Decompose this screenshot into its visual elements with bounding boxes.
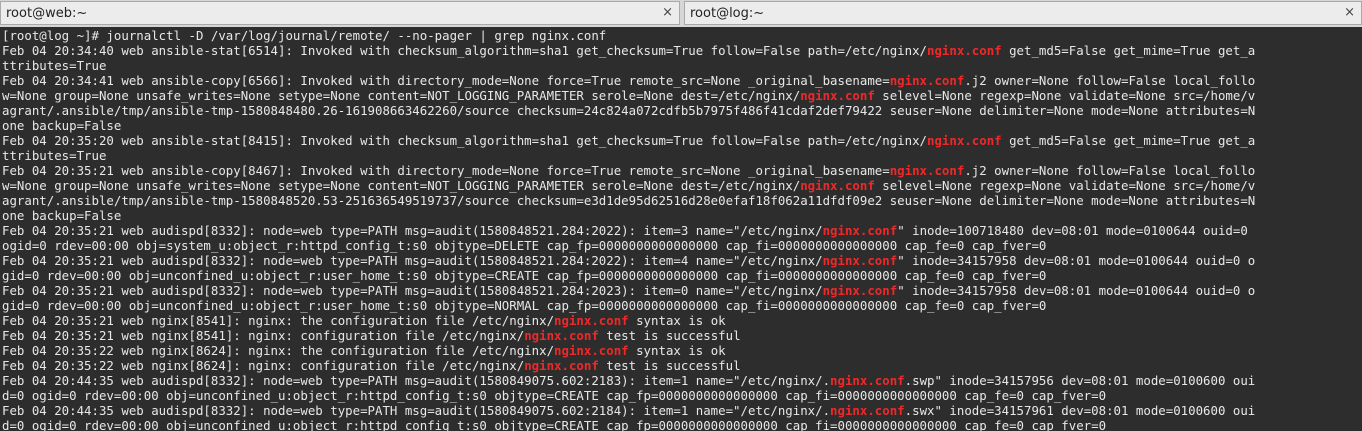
grep-match: nginx.conf <box>927 133 1002 148</box>
tab-title: root@log:~ <box>690 6 765 21</box>
grep-match: nginx.conf <box>927 43 1002 58</box>
close-icon[interactable]: × <box>662 5 673 20</box>
tab-title: root@web:~ <box>6 6 88 21</box>
tab-root-log[interactable]: root@log:~ × <box>684 1 1362 25</box>
log-line: Feb 04 20:34:41 web ansible-copy[6566]: … <box>2 73 1256 88</box>
log-line: d=0 ogid=0 rdev=00:00 obj=unconfined_u:o… <box>2 388 1107 403</box>
log-line: Feb 04 20:34:40 web ansible-stat[6514]: … <box>2 43 1256 58</box>
terminal-text: [root@log ~]# journalctl -D /var/log/jou… <box>2 28 1354 431</box>
command-line: [root@log ~]# journalctl -D /var/log/jou… <box>2 28 607 43</box>
log-line: agrant/.ansible/tmp/ansible-tmp-15808484… <box>2 103 1256 118</box>
grep-match: nginx.conf <box>524 358 599 373</box>
grep-match: nginx.conf <box>822 283 898 298</box>
log-line: gid=0 rdev=00:00 obj=unconfined_u:object… <box>2 298 1047 313</box>
log-line: ttributes=True <box>2 148 107 163</box>
terminal-output[interactable]: [root@log ~]# journalctl -D /var/log/jou… <box>0 27 1362 431</box>
grep-match: nginx.conf <box>830 403 905 418</box>
log-line: Feb 04 20:35:20 web ansible-stat[8415]: … <box>2 133 1256 148</box>
log-line: w=None group=None unsafe_writes=None set… <box>2 178 1256 193</box>
log-line: Feb 04 20:44:35 web audispd[8332]: node=… <box>2 373 1256 388</box>
log-line: ogid=0 rdev=00:00 obj=system_u:object_r:… <box>2 238 1047 253</box>
grep-match: nginx.conf <box>800 178 875 193</box>
grep-match: nginx.conf <box>800 88 875 103</box>
grep-match: nginx.conf <box>830 373 905 388</box>
log-line: Feb 04 20:35:22 web nginx[8624]: nginx: … <box>2 358 741 373</box>
log-line: one backup=False <box>2 208 122 223</box>
log-line: Feb 04 20:35:21 web audispd[8332]: node=… <box>2 283 1256 298</box>
grep-match: nginx.conf <box>889 73 965 88</box>
tab-root-web[interactable]: root@web:~ × <box>0 1 680 25</box>
log-line: Feb 04 20:35:21 web audispd[8332]: node=… <box>2 223 1248 238</box>
grep-match: nginx.conf <box>554 343 629 358</box>
log-line: w=None group=None unsafe_writes=None set… <box>2 88 1256 103</box>
log-line: Feb 04 20:35:21 web nginx[8541]: nginx: … <box>2 328 741 343</box>
log-line: agrant/.ansible/tmp/ansible-tmp-15808485… <box>2 193 1256 208</box>
log-line: Feb 04 20:35:21 web audispd[8332]: node=… <box>2 253 1256 268</box>
log-line: one backup=False <box>2 118 122 133</box>
log-line: Feb 04 20:35:22 web nginx[8624]: nginx: … <box>2 343 726 358</box>
log-line: Feb 04 20:35:21 web ansible-copy[8467]: … <box>2 163 1256 178</box>
grep-match: nginx.conf <box>554 313 629 328</box>
log-line: ttributes=True <box>2 58 107 73</box>
grep-match: nginx.conf <box>822 223 898 238</box>
log-line: gid=0 rdev=00:00 obj=unconfined_u:object… <box>2 268 1047 283</box>
close-icon[interactable]: × <box>1344 5 1355 20</box>
grep-match: nginx.conf <box>524 328 599 343</box>
grep-match: nginx.conf <box>822 253 898 268</box>
grep-match: nginx.conf <box>889 163 965 178</box>
log-line: Feb 04 20:44:35 web audispd[8332]: node=… <box>2 403 1256 418</box>
tab-bar: root@web:~ × root@log:~ × <box>0 0 1362 27</box>
log-line: d=0 ogid=0 rdev=00:00 obj=unconfined_u:o… <box>2 418 1107 431</box>
log-line: Feb 04 20:35:21 web nginx[8541]: nginx: … <box>2 313 726 328</box>
